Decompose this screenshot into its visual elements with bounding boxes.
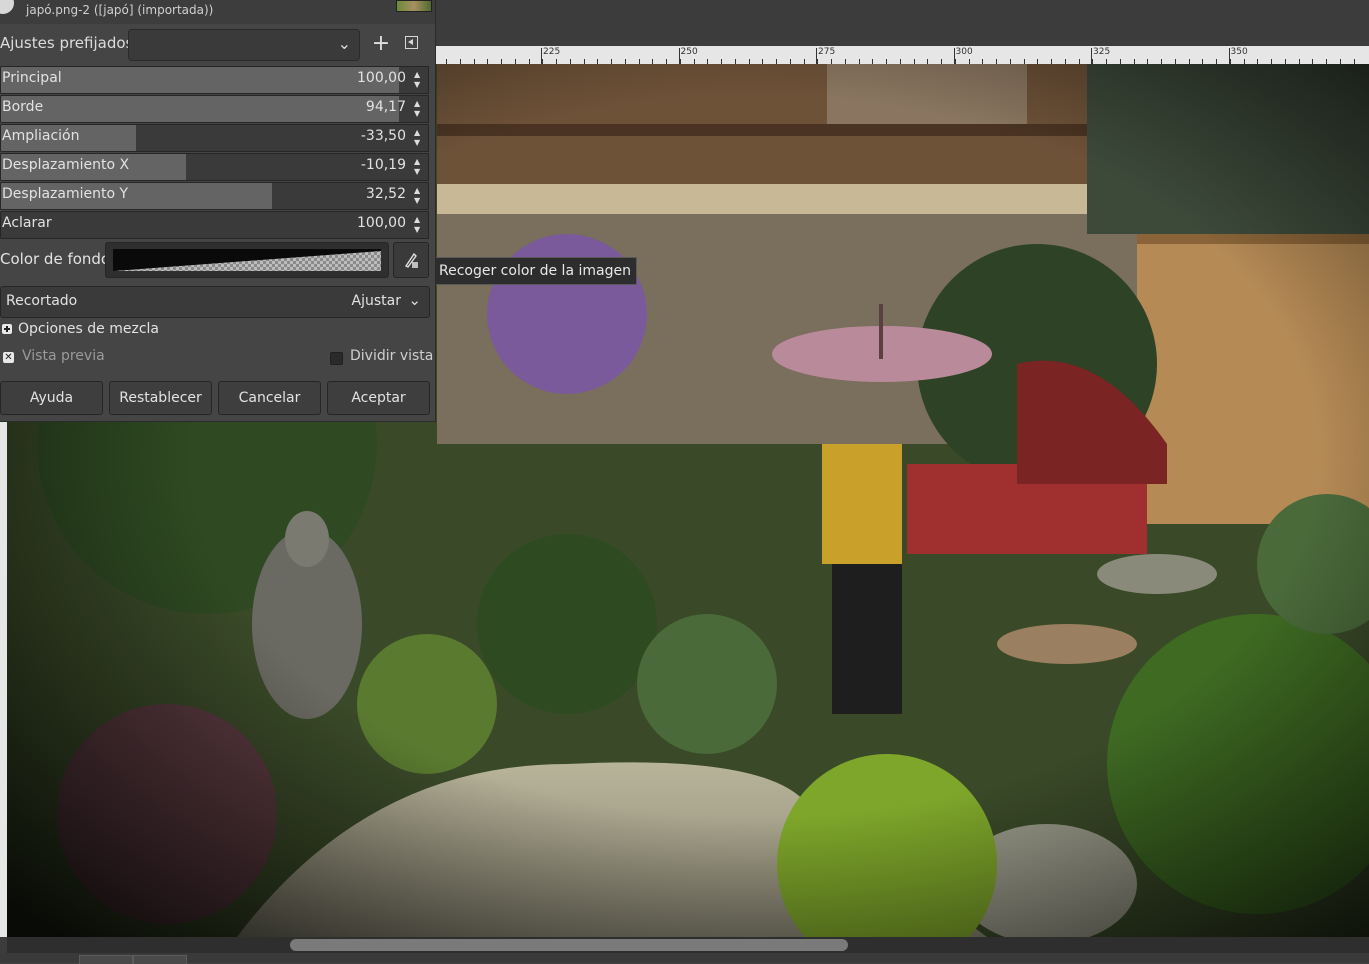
color-swatch [113, 249, 381, 271]
chevron-down-icon[interactable]: ▼ [414, 81, 420, 89]
ruler-label: 225 [543, 47, 561, 57]
slider-label: Desplazamiento Y [2, 186, 129, 202]
slider-label: Borde [2, 99, 44, 115]
blend-options-label: Opciones de mezcla [18, 321, 160, 337]
chevron-down-icon[interactable]: ▼ [414, 226, 420, 234]
image-thumbnail [396, 0, 432, 12]
ruler-label: 275 [818, 47, 836, 57]
chevron-up-icon[interactable]: ▲ [414, 216, 420, 224]
dialog-header: japó.png-2 ([japó] (importada)) [0, 0, 435, 24]
spin-buttons[interactable]: ▲ ▼ [411, 124, 429, 152]
plus-icon[interactable]: + [368, 30, 394, 58]
chevron-up-icon[interactable]: ▲ [414, 71, 420, 79]
slider-value: 94,17 [365, 99, 406, 115]
image-name: japó.png-2 ([japó] (importada)) [26, 3, 214, 17]
cropping-label: Recortado [6, 293, 78, 309]
chevron-down-icon: ⌄ [408, 291, 421, 309]
slider-value: -33,50 [360, 128, 406, 144]
split-view-checkbox[interactable] [330, 352, 343, 365]
preview-checkbox[interactable]: ✕ [3, 352, 14, 363]
slider-aclarar[interactable]: Aclarar 100,00 [0, 211, 412, 239]
slider-label: Desplazamiento X [2, 157, 130, 173]
spin-buttons[interactable]: ▲ ▼ [411, 66, 429, 94]
background-color-label: Color de fondo [0, 250, 111, 268]
reset-button[interactable]: Restablecer [109, 381, 212, 415]
preview-label[interactable]: Vista previa [22, 348, 105, 364]
spin-buttons[interactable]: ▲ ▼ [411, 95, 429, 123]
color-picker-icon [404, 252, 418, 268]
slider-value: 100,00 [357, 70, 406, 86]
ok-button[interactable]: Aceptar [327, 381, 430, 415]
slider-desplazamiento-y[interactable]: Desplazamiento Y 32,52 [0, 182, 412, 210]
spin-buttons[interactable]: ▲ ▼ [411, 211, 429, 239]
slider-label: Principal [2, 70, 62, 86]
dialog-icon [0, 0, 14, 14]
color-picker-button[interactable] [393, 242, 429, 278]
slider-principal[interactable]: Principal 100,00 [0, 66, 412, 94]
chevron-down-icon[interactable]: ▼ [414, 139, 420, 147]
slider-label: Aclarar [2, 215, 52, 231]
cropping-value: Ajustar [351, 293, 401, 309]
chevron-up-icon[interactable]: ▲ [414, 129, 420, 137]
help-button[interactable]: Ayuda [0, 381, 103, 415]
chevron-down-icon[interactable]: ▼ [414, 110, 420, 118]
expand-icon [2, 324, 12, 334]
status-strip [0, 953, 1369, 964]
slider-desplazamiento-x[interactable]: Desplazamiento X -10,19 [0, 153, 412, 181]
chevron-up-icon[interactable]: ▲ [414, 187, 420, 195]
background-color-button[interactable] [105, 242, 389, 278]
spin-buttons[interactable]: ▲ ▼ [411, 182, 429, 210]
slider-fill [1, 96, 399, 122]
ruler-label: 300 [955, 47, 973, 57]
horizontal-scrollbar[interactable] [7, 937, 1369, 953]
chevron-up-icon[interactable]: ▲ [414, 100, 420, 108]
slider-ampliacion[interactable]: Ampliación -33,50 [0, 124, 412, 152]
chevron-down-icon[interactable]: ▼ [414, 168, 420, 176]
ruler-label: 325 [1093, 47, 1111, 57]
presets-select[interactable]: ⌄ [128, 29, 360, 61]
slider-value: 100,00 [357, 215, 406, 231]
cropping-select[interactable]: Recortado Ajustar ⌄ [0, 286, 430, 318]
tooltip: Recoger color de la imagen [433, 257, 637, 285]
ruler-label: 250 [680, 47, 698, 57]
slider-borde[interactable]: Borde 94,17 [0, 95, 412, 123]
spin-buttons[interactable]: ▲ ▼ [411, 153, 429, 181]
filter-dialog: japó.png-2 ([japó] (importada)) Ajustes … [0, 0, 436, 422]
chevron-down-icon: ⌄ [337, 34, 351, 53]
chevron-up-icon[interactable]: ▲ [414, 158, 420, 166]
horizontal-ruler: 225 250 275 300 325 350 [436, 46, 1369, 65]
split-view-label[interactable]: Dividir vista [350, 348, 433, 364]
chevron-down-icon[interactable]: ▼ [414, 197, 420, 205]
cancel-button[interactable]: Cancelar [218, 381, 321, 415]
menu-arrow-icon[interactable] [402, 33, 420, 53]
scrollbar-thumb[interactable] [290, 939, 848, 951]
ruler-label: 350 [1230, 47, 1248, 57]
slider-value: 32,52 [365, 186, 406, 202]
slider-value: -10,19 [360, 157, 406, 173]
presets-label: Ajustes prefijados: [0, 34, 139, 52]
slider-label: Ampliación [2, 128, 80, 144]
